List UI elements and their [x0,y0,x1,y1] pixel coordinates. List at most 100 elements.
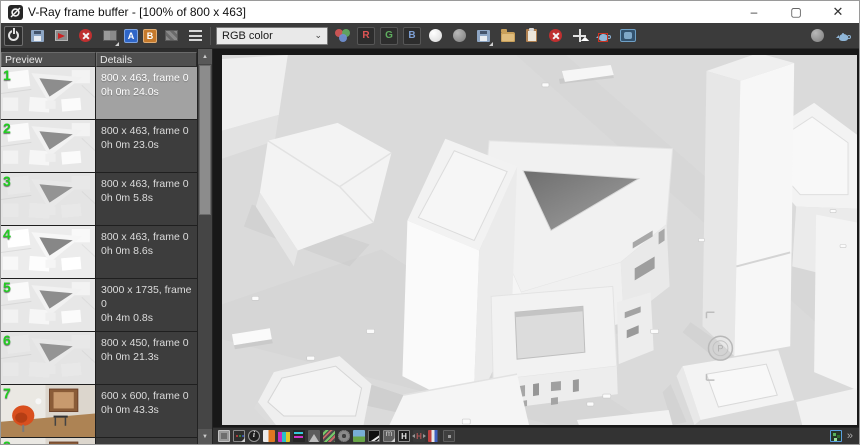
history-row[interactable]: 3 800 x 463, frame 0 0h 0m 5.8s [1,173,197,226]
red-channel-button[interactable]: R [357,26,375,45]
history-row[interactable]: 2 800 x 463, frame 0 0h 0m 23.0s [1,120,197,173]
hdr-toggle-button[interactable]: H [412,430,426,442]
lut-icon[interactable] [383,429,395,442]
render-viewport: P H H [213,49,859,444]
history-row-details[interactable]: 800 x 463, frame 0 0h 0m 23.0s [96,120,197,172]
stop-render-button[interactable] [76,26,95,46]
render-last-button[interactable] [834,26,853,46]
histogram-toggle-button[interactable]: H [398,430,410,442]
history-thumbnail[interactable]: 8 [1,438,96,444]
history-thumbnail[interactable]: 4 [1,226,96,278]
folder-icon [500,29,515,42]
interior-thumb-image [1,438,95,444]
icc-profile-icon[interactable] [428,430,440,442]
render-time-text: 0h 0m 5.8s [101,192,153,204]
history-row[interactable]: 1 800 x 463, frame 0 0h 0m 24.0s [1,67,197,120]
history-row[interactable]: 5 3000 x 1735, frame 0 0h 4m 0.8s [1,279,197,332]
maximize-button[interactable]: ▢ [775,1,817,23]
scroll-down-arrow[interactable]: ▼ [198,429,212,444]
history-row-details[interactable]: 600 x 600, frame 0 0h 0m 43.3s [96,385,197,437]
close-button[interactable]: ✕ [817,1,859,23]
scroll-up-arrow[interactable]: ▲ [198,49,212,64]
history-thumbnail[interactable]: 3 [1,173,96,225]
set-b-button[interactable]: B [143,28,157,43]
alpha-channel-button[interactable] [426,26,445,46]
blue-channel-button[interactable]: B [403,26,421,45]
history-row[interactable]: 6 800 x 450, frame 0 0h 0m 21.3s [1,332,197,385]
ab-compare-button[interactable] [100,26,119,46]
render-time-text: 0h 0m 8.6s [101,245,153,257]
exposure-gear-icon[interactable] [338,430,350,442]
history-row-details[interactable]: 3000 x 1735, frame 0 0h 4m 0.8s [96,279,197,331]
stamp-selected-icon[interactable] [829,430,842,442]
render-teapot-icon [835,30,851,41]
render-scene-disabled-button[interactable] [808,26,827,46]
view-clamped-colors-icon[interactable] [278,430,290,442]
srgb-toggle-icon[interactable] [443,430,455,442]
history-row-details[interactable]: 800 x 463, frame 0 0h 0m 5.8s [96,173,197,225]
history-row[interactable]: 4 800 x 463, frame 0 0h 0m 8.6s [1,226,197,279]
city-thumb-image [1,332,95,384]
history-row-details[interactable]: 600 x 600, frame 0 [96,438,197,444]
set-a-button[interactable]: A [124,28,138,43]
history-row-details[interactable]: 800 x 463, frame 0 0h 0m 24.0s [96,67,197,119]
details-column-header[interactable]: Details [96,52,197,67]
expand-chevrons-icon[interactable]: » [847,430,853,442]
vray-frame-buffer-window: V-Ray frame buffer - [100% of 800 x 463]… [0,0,860,445]
window-red-arrow-icon [55,30,68,41]
fullscreen-monitor-icon[interactable] [218,430,230,442]
color-clamp-icon[interactable] [263,430,275,442]
preview-column-header[interactable]: Preview [1,52,96,67]
display-corrections-icon[interactable] [233,430,245,442]
history-row-number: 8 [3,438,11,444]
white-balance-icon[interactable] [293,430,305,442]
history-thumbnail[interactable]: 6 [1,332,96,384]
vray-logo-icon [8,4,23,20]
history-row-details[interactable]: 800 x 450, frame 0 0h 0m 21.3s [96,332,197,384]
render-size-text: 600 x 600, frame 0 [101,390,189,402]
checker-icon [165,30,178,41]
track-mouse-button[interactable] [570,26,590,46]
interactive-render-button[interactable] [618,26,637,46]
copy-to-clipboard-button[interactable] [522,26,541,46]
vfb-menu-button[interactable] [186,26,205,46]
toolbar-separator [210,26,211,45]
history-thumbnail[interactable]: 5 [1,279,96,331]
region-render-button[interactable] [594,26,613,46]
ab-compare-icon [102,30,117,41]
curves-diagonal-icon[interactable] [323,430,335,442]
curve-editor-icon[interactable] [368,430,380,442]
grayscale-view-button[interactable] [162,26,181,46]
render-canvas[interactable]: P [213,49,859,427]
history-row[interactable]: 8 600 x 600, frame 0 [1,438,197,444]
city-thumb-image [1,173,95,225]
load-image-button[interactable] [498,26,517,46]
monochrome-button[interactable] [450,26,469,46]
render-size-text: 800 x 463, frame 0 [101,72,189,84]
titlebar: V-Ray frame buffer - [100% of 800 x 463]… [1,1,859,23]
history-thumbnail[interactable]: 1 [1,67,96,119]
duplicate-buffer-button[interactable] [52,26,71,46]
minimize-button[interactable]: – [733,1,775,23]
svg-text:P: P [717,344,723,354]
history-row[interactable]: 7 600 x 600, frame 0 0h 0m 43.3s [1,385,197,438]
pixel-info-icon[interactable] [248,430,260,442]
history-row-number: 3 [3,173,11,189]
save-image-button[interactable] [28,26,47,46]
enable-vfb-button[interactable] [4,25,23,46]
save-all-channels-button[interactable] [474,26,493,46]
window-title: V-Ray frame buffer - [100% of 800 x 463] [28,5,246,19]
background-image-icon[interactable] [353,430,365,442]
white-circle-icon [429,29,442,42]
clear-image-button[interactable] [546,26,565,46]
history-thumbnail[interactable]: 2 [1,120,96,172]
green-channel-button[interactable]: G [380,26,398,45]
levels-histogram-icon[interactable] [308,430,320,442]
scrollbar-thumb[interactable] [199,65,211,215]
channel-select-dropdown[interactable]: RGB color ⌄ [216,26,328,45]
history-thumbnail[interactable]: 7 [1,385,96,437]
history-row-details[interactable]: 800 x 463, frame 0 0h 0m 8.6s [96,226,197,278]
rgb-channels-button[interactable] [333,26,352,46]
history-scrollbar[interactable]: ▲ ▼ [197,49,213,444]
history-row-number: 1 [3,67,11,83]
